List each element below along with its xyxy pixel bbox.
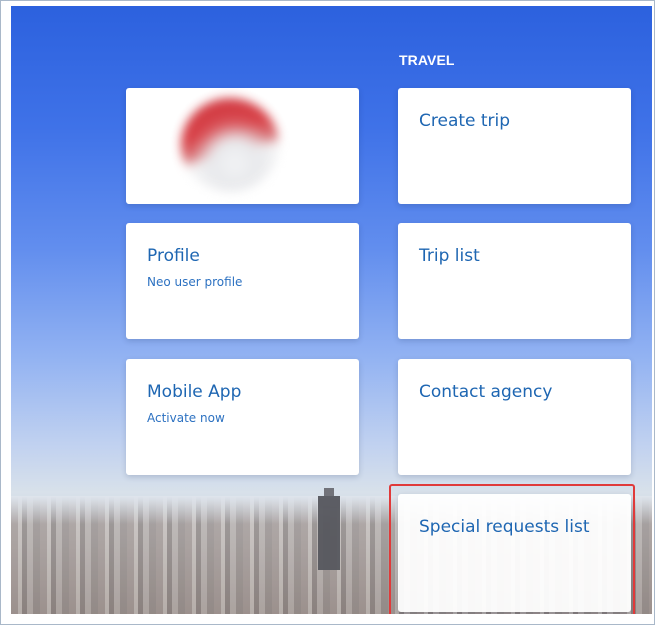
create-trip-label: Create trip [419, 111, 511, 131]
create-trip-tile[interactable]: Create trip [398, 88, 631, 204]
dashboard-background: TRAVEL Create trip Profile Neo user prof… [11, 6, 652, 614]
mobile-app-label: Mobile App [147, 382, 242, 402]
blurred-logo-icon [181, 98, 279, 192]
profile-subtitle: Neo user profile [147, 275, 243, 289]
company-logo-tile [126, 88, 359, 204]
trip-list-tile[interactable]: Trip list [398, 223, 631, 339]
special-requests-list-tile[interactable]: Special requests list [398, 494, 631, 612]
profile-tile[interactable]: Profile Neo user profile [126, 223, 359, 339]
trip-list-label: Trip list [419, 246, 480, 266]
contact-agency-label: Contact agency [419, 382, 553, 402]
special-requests-list-label: Special requests list [419, 517, 590, 537]
travel-section-title: TRAVEL [399, 52, 455, 68]
profile-label: Profile [147, 246, 200, 266]
mobile-app-subtitle: Activate now [147, 411, 225, 425]
screen-frame: TRAVEL Create trip Profile Neo user prof… [0, 0, 655, 625]
mobile-app-tile[interactable]: Mobile App Activate now [126, 359, 359, 475]
city-tower-silhouette [318, 488, 340, 570]
contact-agency-tile[interactable]: Contact agency [398, 359, 631, 475]
